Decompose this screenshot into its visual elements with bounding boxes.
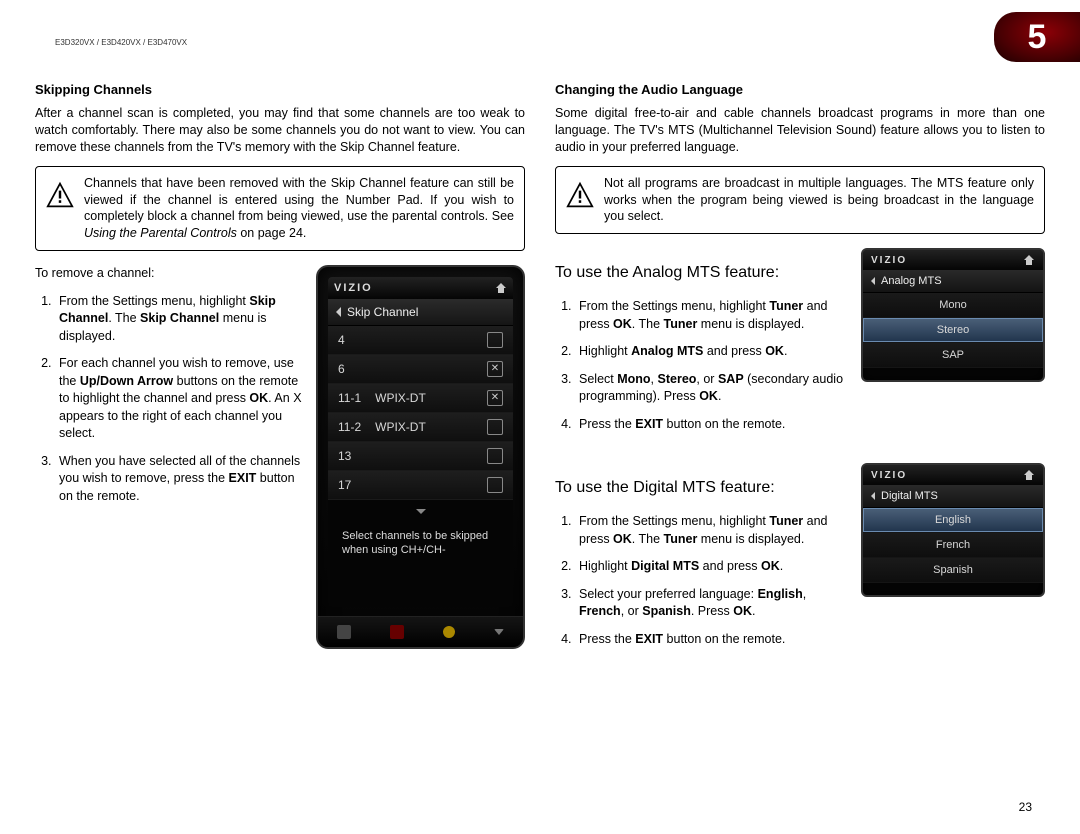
channel-row: 11-1WPIX-DT ✕ [328,384,513,413]
checkbox-checked-icon: ✕ [487,361,503,377]
option-row: Spanish [863,558,1043,583]
channel-row: 11-2WPIX-DT [328,413,513,442]
back-arrow-icon [871,277,875,285]
step-2: For each channel you wish to remove, use… [55,355,302,443]
analog-mts-label: To use the Analog MTS feature: [555,264,845,282]
digital-mts-label: To use the Digital MTS feature: [555,479,845,497]
option-row: French [863,533,1043,558]
back-arrow-icon [336,307,341,317]
breadcrumb-label: Digital MTS [881,490,938,502]
option-row: Mono [863,293,1043,318]
analog-mts-steps: From the Settings menu, highlight Tuner … [555,298,845,433]
checkbox-icon [487,448,503,464]
page-number: 23 [1019,800,1032,814]
intro-skipping: After a channel scan is completed, you m… [35,105,525,156]
channel-row: 4 [328,326,513,355]
chapter-number: 5 [994,12,1080,62]
heading-audio-language: Changing the Audio Language [555,82,1045,97]
step-2: Highlight Analog MTS and press OK. [575,343,845,361]
brand-label: VIZIO [334,282,373,294]
info-skip-channel: Channels that have been removed with the… [35,166,525,252]
screenshot-analog-mts: VIZIO Analog MTS Mono Stereo SAP [861,248,1045,382]
back-arrow-icon [871,492,875,500]
step-1: From the Settings menu, highlight Tuner … [575,298,845,333]
footer-icon [443,626,455,638]
remove-channel-steps: From the Settings menu, highlight Skip C… [35,293,302,506]
info-mts: Not all programs are broadcast in multip… [555,166,1045,235]
footer-icon [337,625,351,639]
model-numbers: E3D320VX / E3D420VX / E3D470VX [55,38,187,47]
channel-row: 17 [328,471,513,500]
screenshot-digital-mts: VIZIO Digital MTS English French Spanish [861,463,1045,597]
option-row: SAP [863,343,1043,368]
checkbox-icon [487,419,503,435]
intro-audio: Some digital free-to-air and cable chann… [555,105,1045,156]
screenshot-footer [318,616,523,647]
screenshot-skip-channel: VIZIO Skip Channel 4 [316,265,525,649]
step-3: Select your preferred language: English,… [575,586,845,621]
step-2: Highlight Digital MTS and press OK. [575,558,845,576]
checkbox-checked-icon: ✕ [487,390,503,406]
brand-label: VIZIO [871,255,907,266]
channel-row: 13 [328,442,513,471]
heading-skipping-channels: Skipping Channels [35,82,525,97]
hint-text: Select channels to be skipped when using… [342,529,499,558]
step-1: From the Settings menu, highlight Tuner … [575,513,845,548]
right-column: Changing the Audio Language Some digital… [555,82,1045,658]
info-text: Not all programs are broadcast in multip… [604,175,1034,226]
step-4: Press the EXIT button on the remote. [575,416,845,434]
info-text: Channels that have been removed with the… [84,175,514,243]
option-row-selected: Stereo [863,318,1043,343]
step-3: When you have selected all of the channe… [55,453,302,506]
home-icon [1023,254,1035,266]
channel-list: 4 6 ✕ 11-1WPIX-DT ✕ 11-2WPIX-DT [328,326,513,522]
digital-mts-steps: From the Settings menu, highlight Tuner … [555,513,845,648]
step-4: Press the EXIT button on the remote. [575,631,845,649]
warning-icon [46,181,74,209]
chevron-down-icon [494,629,504,635]
channel-row: 6 ✕ [328,355,513,384]
breadcrumb-label: Analog MTS [881,275,942,287]
home-icon [495,282,507,294]
home-icon [1023,469,1035,481]
brand-label: VIZIO [871,470,907,481]
checkbox-icon [487,332,503,348]
option-row-selected: English [863,508,1043,533]
footer-icon [390,625,404,639]
chevron-down-icon [416,509,426,514]
breadcrumb-label: Skip Channel [347,305,418,319]
remove-channel-label: To remove a channel: [35,265,302,283]
checkbox-icon [487,477,503,493]
left-column: Skipping Channels After a channel scan i… [35,82,525,649]
step-1: From the Settings menu, highlight Skip C… [55,293,302,346]
step-3: Select Mono, Stereo, or SAP (secondary a… [575,371,845,406]
warning-icon [566,181,594,209]
